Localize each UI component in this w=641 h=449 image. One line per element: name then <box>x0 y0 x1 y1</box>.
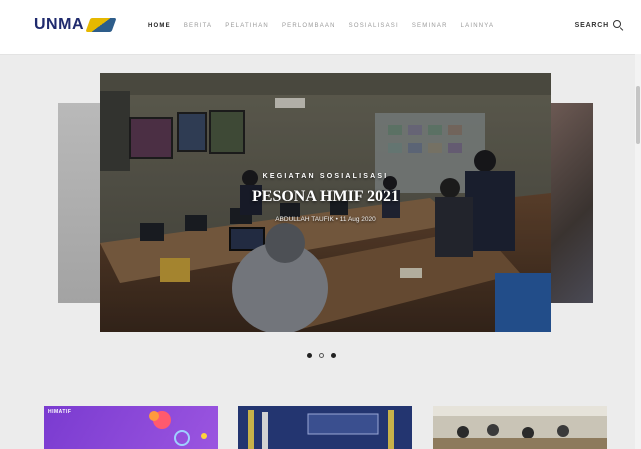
slider-dot-2[interactable] <box>319 353 324 358</box>
nav-item-perlombaan[interactable]: PERLOMBAAN <box>282 23 336 29</box>
search-icon <box>613 20 624 31</box>
slide-title[interactable]: PESONA HMIF 2021 <box>100 188 551 206</box>
post-card-2[interactable] <box>238 406 412 449</box>
nav-item-berita[interactable]: BERITA <box>184 23 212 29</box>
slide-meta: ABDULLAH TAUFIK • 11 Aug 2020 <box>275 216 376 223</box>
slide-category[interactable]: KEGIATAN SOSIALISASI <box>100 173 551 180</box>
card-thumbnail <box>433 406 607 449</box>
card-thumbnail <box>238 406 412 449</box>
nav-item-pelatihan[interactable]: PELATIHAN <box>225 23 269 29</box>
post-card-1[interactable]: HIMATIF <box>44 406 218 449</box>
nav-item-lainnya[interactable]: LAINNYA <box>461 23 495 29</box>
nav-item-sosialisasi[interactable]: SOSIALISASI <box>349 23 399 29</box>
logo-text: UNMA <box>34 16 84 33</box>
site-header: UNMA HOME BERITA PELATIHAN PERLOMBAAN SO… <box>0 0 641 55</box>
hero-slide[interactable]: KEGIATAN SOSIALISASI PESONA HMIF 2021 AB… <box>100 73 551 332</box>
search-label: SEARCH <box>574 21 609 29</box>
nav-item-seminar[interactable]: SEMINAR <box>412 23 448 29</box>
post-card-3[interactable] <box>433 406 607 449</box>
slider-pagination <box>307 353 336 358</box>
card-thumbnail <box>149 411 207 446</box>
main-nav: HOME BERITA PELATIHAN PERLOMBAAN SOSIALI… <box>148 23 494 29</box>
next-slide-preview[interactable] <box>545 103 593 303</box>
slider-dot-1[interactable] <box>307 353 312 358</box>
slider-dot-3[interactable] <box>331 353 336 358</box>
site-logo[interactable]: UNMA <box>34 16 120 38</box>
logo-mark-icon <box>85 18 117 32</box>
search-button[interactable]: SEARCH <box>574 20 624 31</box>
nav-item-home[interactable]: HOME <box>148 23 171 29</box>
slide-caption: KEGIATAN SOSIALISASI PESONA HMIF 2021 AB… <box>100 173 551 223</box>
scrollbar-thumb[interactable] <box>636 86 640 144</box>
